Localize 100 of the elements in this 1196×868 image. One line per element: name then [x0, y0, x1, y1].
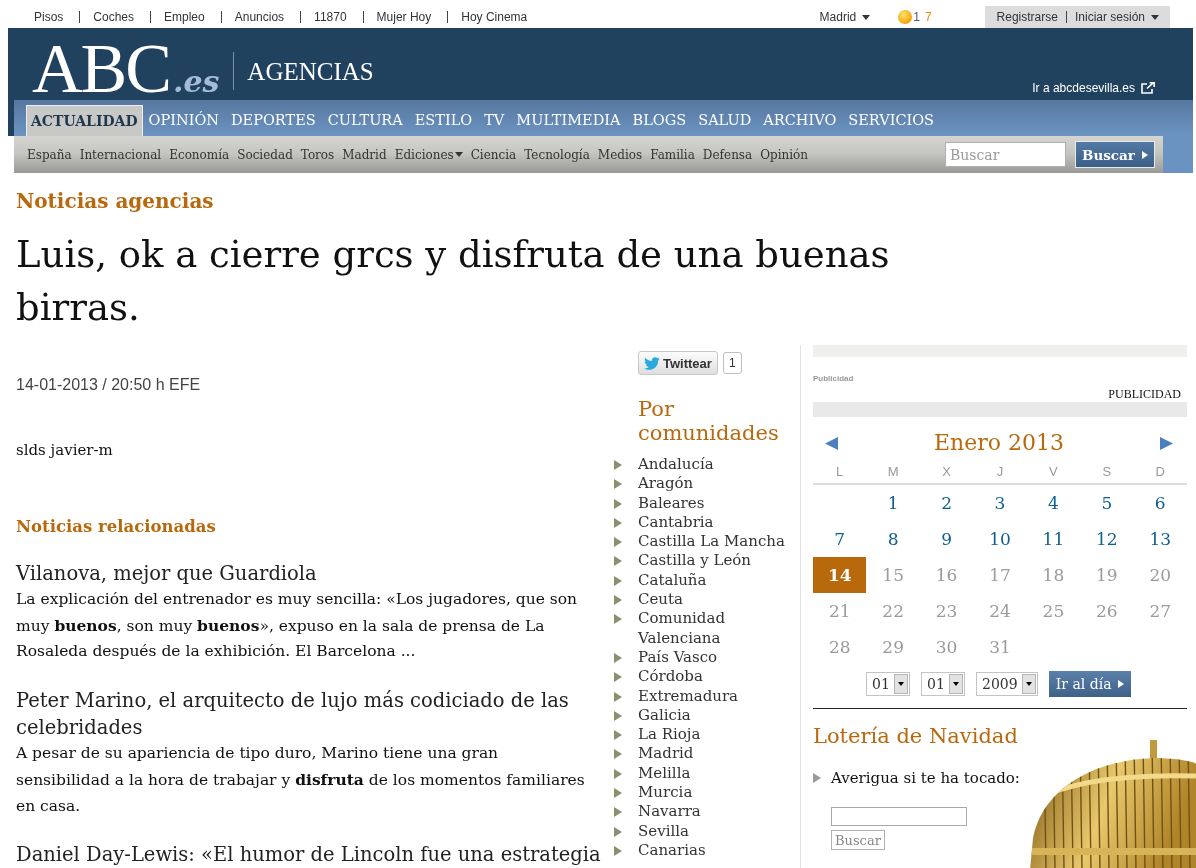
subnav-link[interactable]: Familia: [650, 147, 695, 162]
subnav-link[interactable]: Tecnología: [524, 147, 590, 162]
date-select[interactable]: 01: [866, 672, 910, 696]
region-link[interactable]: Comunidad Valenciana: [638, 609, 800, 648]
triangle-bullet-icon: [614, 845, 622, 856]
nav-tab[interactable]: BLOGS: [626, 105, 693, 136]
region-link[interactable]: Madrid: [638, 744, 694, 764]
nav-tab[interactable]: SERVICIOS: [842, 105, 941, 136]
region-link[interactable]: Baleares: [638, 493, 705, 513]
calendar-day[interactable]: 7: [813, 521, 867, 557]
edition-link[interactable]: Ir a abcdesevilla.es: [1032, 81, 1155, 95]
top-link[interactable]: Pisos: [34, 11, 80, 23]
related-summary: A pesar de su apariencia de tipo duro, Marino tiene una gran sensibilidad a la hora de trabajar y disfruta de los momentos familiares en casa.: [16, 743, 586, 817]
city-selector[interactable]: Madrid: [819, 0, 871, 28]
calendar-day[interactable]: 8: [866, 521, 920, 557]
date-select[interactable]: 01: [921, 672, 965, 696]
calendar-day: 21: [813, 593, 867, 629]
subnav-link[interactable]: Medios: [597, 147, 643, 162]
related-title-link[interactable]: Daniel Day-Lewis: «El humor de Lincoln fue una estrategia: [16, 841, 606, 868]
calendar-day: 23: [919, 593, 974, 629]
nav-tab[interactable]: ACTUALIDAD: [26, 105, 143, 136]
region-link[interactable]: Extremadura: [638, 686, 739, 706]
triangle-bullet-icon: [614, 826, 622, 837]
go-to-day-button[interactable]: Ir al día: [1048, 671, 1131, 697]
triangle-bullet-icon: [614, 460, 622, 470]
nav-tab[interactable]: OPINIÓN: [142, 105, 225, 136]
date-select[interactable]: 2009: [976, 672, 1038, 696]
next-arrow-icon[interactable]: [1160, 436, 1173, 450]
calendar-day: 27: [1133, 593, 1187, 629]
top-link[interactable]: Hoy Cinema: [447, 11, 544, 23]
tweet-button[interactable]: Twittear: [638, 351, 718, 375]
top-link[interactable]: Anuncios: [220, 11, 301, 23]
calendar-day[interactable]: 13: [1133, 521, 1187, 557]
triangle-bullet-icon: [614, 537, 622, 548]
login-link[interactable]: Iniciar sesión: [1074, 10, 1159, 24]
caret-icon: [862, 14, 871, 20]
region-link[interactable]: Navarra: [638, 802, 701, 822]
related-title-link[interactable]: Peter Marino, el arquitecto de lujo más codiciado de las celebridades: [16, 687, 606, 742]
site-logo[interactable]: ABC.es: [32, 40, 220, 98]
subnav-link[interactable]: Defensa: [702, 147, 753, 162]
nav-tab[interactable]: DEPORTES: [225, 105, 322, 136]
register-link[interactable]: Registrarse: [996, 10, 1058, 24]
region-link[interactable]: Aragón: [638, 474, 694, 494]
region-link[interactable]: Murcia: [638, 783, 693, 803]
search-button[interactable]: Buscar: [1075, 141, 1155, 168]
region-link[interactable]: Córdoba: [638, 667, 703, 687]
subnav-link[interactable]: Economía: [169, 147, 230, 162]
calendar-day[interactable]: 14: [813, 557, 867, 593]
top-link[interactable]: Empleo: [150, 11, 221, 23]
calendar-day[interactable]: 4: [1026, 485, 1081, 521]
nav-tab[interactable]: TV: [478, 105, 511, 136]
region-link[interactable]: Cantabria: [638, 512, 714, 533]
region-link[interactable]: Andalucía: [638, 455, 714, 475]
calendar-day[interactable]: 10: [973, 521, 1027, 557]
triangle-bullet-icon: [614, 691, 622, 702]
calendar-day[interactable]: 6: [1133, 485, 1187, 521]
calendar-day: 15: [866, 557, 920, 593]
lottery-number-field[interactable]: [831, 807, 967, 826]
nav-tab[interactable]: SALUD: [692, 105, 758, 136]
top-link[interactable]: 11870: [300, 11, 363, 23]
top-link[interactable]: Coches: [79, 11, 151, 23]
region-link[interactable]: Castilla La Mancha: [638, 532, 785, 552]
bird-icon: [644, 356, 660, 370]
subnav-link[interactable]: Ciencia: [470, 147, 517, 162]
region-link[interactable]: Melilla: [638, 763, 691, 784]
region-link[interactable]: Ceuta: [638, 590, 683, 610]
lottery-heading: Lotería de Navidad: [813, 723, 1019, 750]
subnav-link[interactable]: Internacional: [79, 147, 162, 162]
region-link[interactable]: Canarias: [638, 840, 706, 861]
calendar-day[interactable]: 2: [919, 485, 974, 521]
calendar-day[interactable]: 1: [866, 485, 920, 521]
subnav-link[interactable]: Sociedad: [237, 147, 293, 162]
subnav-link[interactable]: España: [27, 147, 72, 162]
nav-tab[interactable]: ARCHIVO: [757, 105, 843, 136]
region-link[interactable]: La Rioja: [638, 725, 701, 745]
triangle-bullet-icon: [813, 773, 821, 783]
previous-arrow-icon[interactable]: [825, 436, 838, 450]
calendar-day[interactable]: 3: [973, 485, 1027, 521]
top-link[interactable]: Mujer Hoy: [362, 11, 448, 23]
subnav-link[interactable]: Ediciones: [394, 147, 463, 162]
subnav-link[interactable]: Opinión: [760, 147, 809, 162]
related-heading: Noticias relacionadas: [16, 516, 217, 538]
region-link[interactable]: Sevilla: [638, 821, 689, 841]
region-link[interactable]: Galicia: [638, 705, 691, 726]
lottery-search-button[interactable]: Buscar: [831, 830, 885, 850]
calendar-day[interactable]: 5: [1080, 485, 1134, 521]
related-title-link[interactable]: Vilanova, mejor que Guardiola: [16, 560, 606, 587]
nav-tab[interactable]: MULTIMEDIA: [510, 105, 627, 136]
nav-tab[interactable]: CULTURA: [321, 105, 409, 136]
triangle-bullet-icon: [614, 749, 622, 760]
subnav-link[interactable]: Toros: [300, 147, 335, 162]
region-link[interactable]: Cataluña: [638, 570, 707, 591]
nav-tab[interactable]: ESTILO: [408, 105, 479, 136]
subnav-link[interactable]: Madrid: [342, 147, 387, 162]
region-link[interactable]: Castilla y León: [638, 551, 752, 571]
calendar-day[interactable]: 12: [1080, 521, 1134, 557]
calendar-day[interactable]: 11: [1026, 521, 1081, 557]
search-field[interactable]: Buscar: [945, 142, 1066, 167]
calendar-day[interactable]: 9: [919, 521, 974, 557]
region-link[interactable]: País Vasco: [638, 647, 718, 668]
